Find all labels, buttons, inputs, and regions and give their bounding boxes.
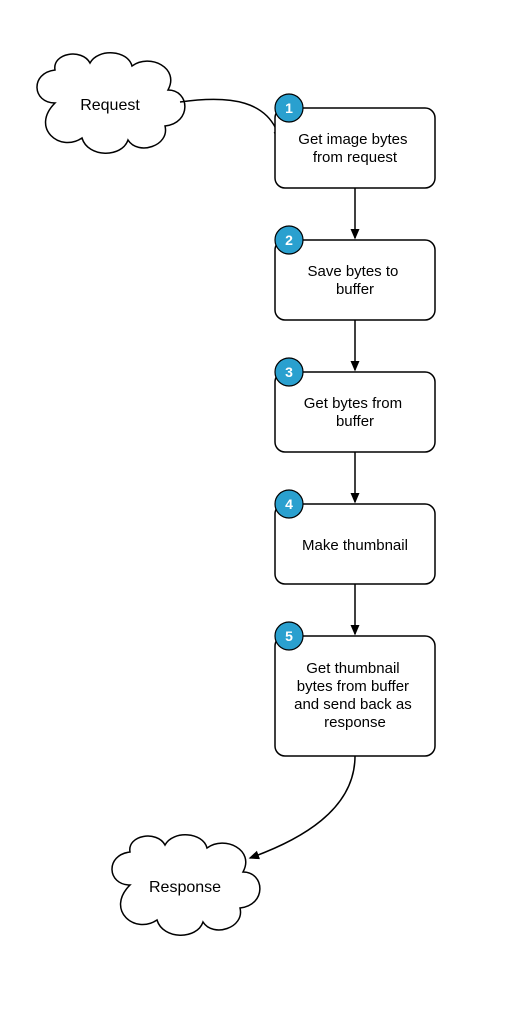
step-3: 3 Get bytes from buffer — [275, 358, 435, 452]
step-5: 5 Get thumbnail bytes from buffer and se… — [275, 622, 435, 756]
step-5-number: 5 — [285, 628, 293, 644]
arrow-request-to-step1 — [180, 99, 280, 140]
start-node: Request — [37, 53, 185, 153]
end-node: Response — [112, 835, 260, 935]
step-1: 1 Get image bytes from request — [275, 94, 435, 188]
step-4-number: 4 — [285, 496, 293, 512]
step-1-number: 1 — [285, 100, 293, 116]
step-2-number: 2 — [285, 232, 293, 248]
start-label: Request — [80, 97, 140, 114]
step-1-label: Get image bytes from request — [298, 131, 411, 166]
step-3-number: 3 — [285, 364, 293, 380]
end-label: Response — [149, 879, 221, 896]
step-4: 4 Make thumbnail — [275, 490, 435, 584]
step-2: 2 Save bytes to buffer — [275, 226, 435, 320]
arrow-step5-to-response — [250, 756, 355, 858]
flow-diagram: Request 1 Get image bytes from request 2… — [0, 0, 510, 1010]
step-4-label: Make thumbnail — [302, 537, 408, 554]
